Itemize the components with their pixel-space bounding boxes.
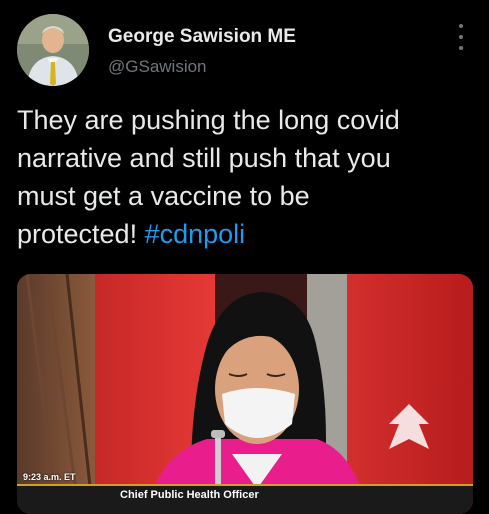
ticker-text: Chief Public Health Officer: [120, 489, 259, 501]
media-scene: [17, 274, 473, 514]
video-timestamp: 9:23 a.m. ET: [23, 472, 76, 482]
tweet-text-line: narrative and still push that you: [17, 143, 391, 173]
avatar-image: [17, 14, 89, 86]
news-ticker: Chief Public Health Officer: [17, 484, 473, 514]
more-options-icon[interactable]: [451, 24, 471, 50]
author-name[interactable]: George Sawision ME: [108, 26, 296, 48]
tweet-text-line: They are pushing the long covid: [17, 105, 400, 135]
avatar[interactable]: [17, 14, 89, 86]
tweet-text-line: must get a vaccine to be: [17, 181, 310, 211]
author-handle[interactable]: @GSawision: [108, 57, 207, 77]
tweet-text-line-last: protected! #cdnpoli: [17, 215, 477, 253]
tweet: George Sawision ME @GSawision They are p…: [0, 0, 489, 514]
tweet-media-image[interactable]: 9:23 a.m. ET Chief Public Health Officer: [17, 274, 473, 514]
tweet-text: They are pushing the long covid narrativ…: [17, 101, 477, 253]
hashtag-link[interactable]: #cdnpoli: [145, 219, 246, 249]
tweet-text-tail: protected!: [17, 219, 145, 249]
